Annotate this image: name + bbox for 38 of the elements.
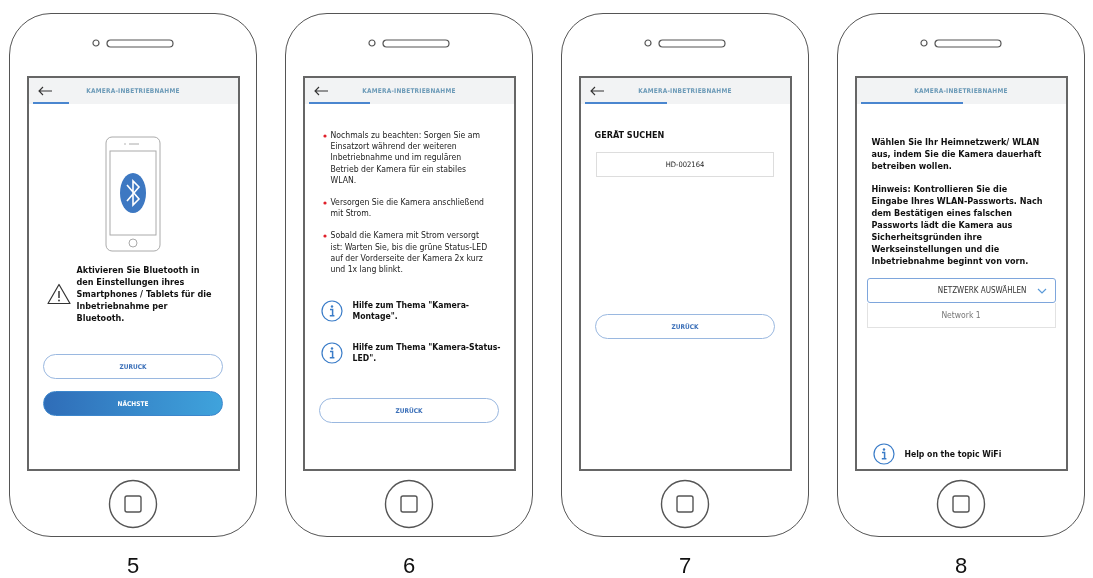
help-link[interactable]: Hilfe zum Thema "Kamera-Status-LED". xyxy=(352,342,504,365)
bullet-dot-icon xyxy=(322,201,327,205)
bullet-text: Nochmals zu beachten: Sorgen Sie am Einsatzort während der weiteren Inbetriebnahme und im regulären Betrieb der Kamera für ein stabiles WLAN. xyxy=(330,130,481,186)
warning-text: Aktivieren Sie Bluetooth in den Einstellungen ihres Smartphones / Tablets für die Inbetriebnahme per Bluetooth. xyxy=(76,264,213,324)
camera-dot-icon xyxy=(644,39,652,47)
speaker-slot-icon xyxy=(382,38,450,48)
speaker-slot-icon xyxy=(934,38,1002,48)
home-button-icon[interactable] xyxy=(384,478,434,529)
speaker-slot-icon xyxy=(658,38,726,48)
home-button-icon[interactable] xyxy=(660,478,710,529)
speaker-slot-icon xyxy=(106,38,174,48)
camera-dot-icon xyxy=(368,39,376,47)
instruction-text: Wählen Sie Ihr Heimnetzwerk/ WLAN aus, indem Sie die Kamera dauerhaft betreiben wollen. xyxy=(871,136,1043,172)
warning-icon xyxy=(46,283,71,305)
info-icon[interactable] xyxy=(320,342,343,365)
info-icon[interactable] xyxy=(320,300,343,323)
home-button-icon[interactable] xyxy=(936,478,986,529)
help-link[interactable]: Hilfe zum Thema "Kamera-Montage". xyxy=(352,300,504,323)
step-number: 5 xyxy=(126,553,140,578)
network-option[interactable]: Network 1 xyxy=(866,303,1056,328)
step-number: 6 xyxy=(402,553,416,578)
camera-dot-icon xyxy=(920,39,928,47)
info-icon[interactable] xyxy=(872,443,895,465)
help-link[interactable]: Help on the topic WiFi xyxy=(904,448,1002,460)
bullet-dot-icon xyxy=(322,234,327,239)
back-arrow-icon[interactable] xyxy=(312,86,329,96)
step-number: 7 xyxy=(678,553,692,578)
step-number: 8 xyxy=(954,553,968,578)
back-arrow-icon[interactable] xyxy=(36,86,53,96)
bullet-dot-icon xyxy=(322,134,327,138)
camera-dot-icon xyxy=(92,39,100,47)
bullet-text: Sobald die Kamera mit Strom versorgt ist: Warten Sie, bis die grüne Status-LED auf der Vorderseite der Kamera 2x kurz und 1x lang blinkt. xyxy=(330,230,489,276)
home-button-icon[interactable] xyxy=(108,478,158,529)
instruction-text: Hinweis: Kontrollieren Sie die Eingabe Ihres WLAN-Passworts. Nach dem Bestätigen eines falschen Passworts lädt die Kamera aus Sicherheitsgründen ihre Werkseinstellungen und die Inbetriebnahme beginnt von vorn. xyxy=(871,183,1044,267)
network-dropdown[interactable]: NETZWERK AUSWÄHLEN xyxy=(866,278,1056,303)
section-heading: GERÄT SUCHEN xyxy=(594,130,666,140)
back-arrow-icon[interactable] xyxy=(588,86,605,96)
bullet-text: Versorgen Sie die Kamera anschließend mit Strom. xyxy=(330,197,486,220)
